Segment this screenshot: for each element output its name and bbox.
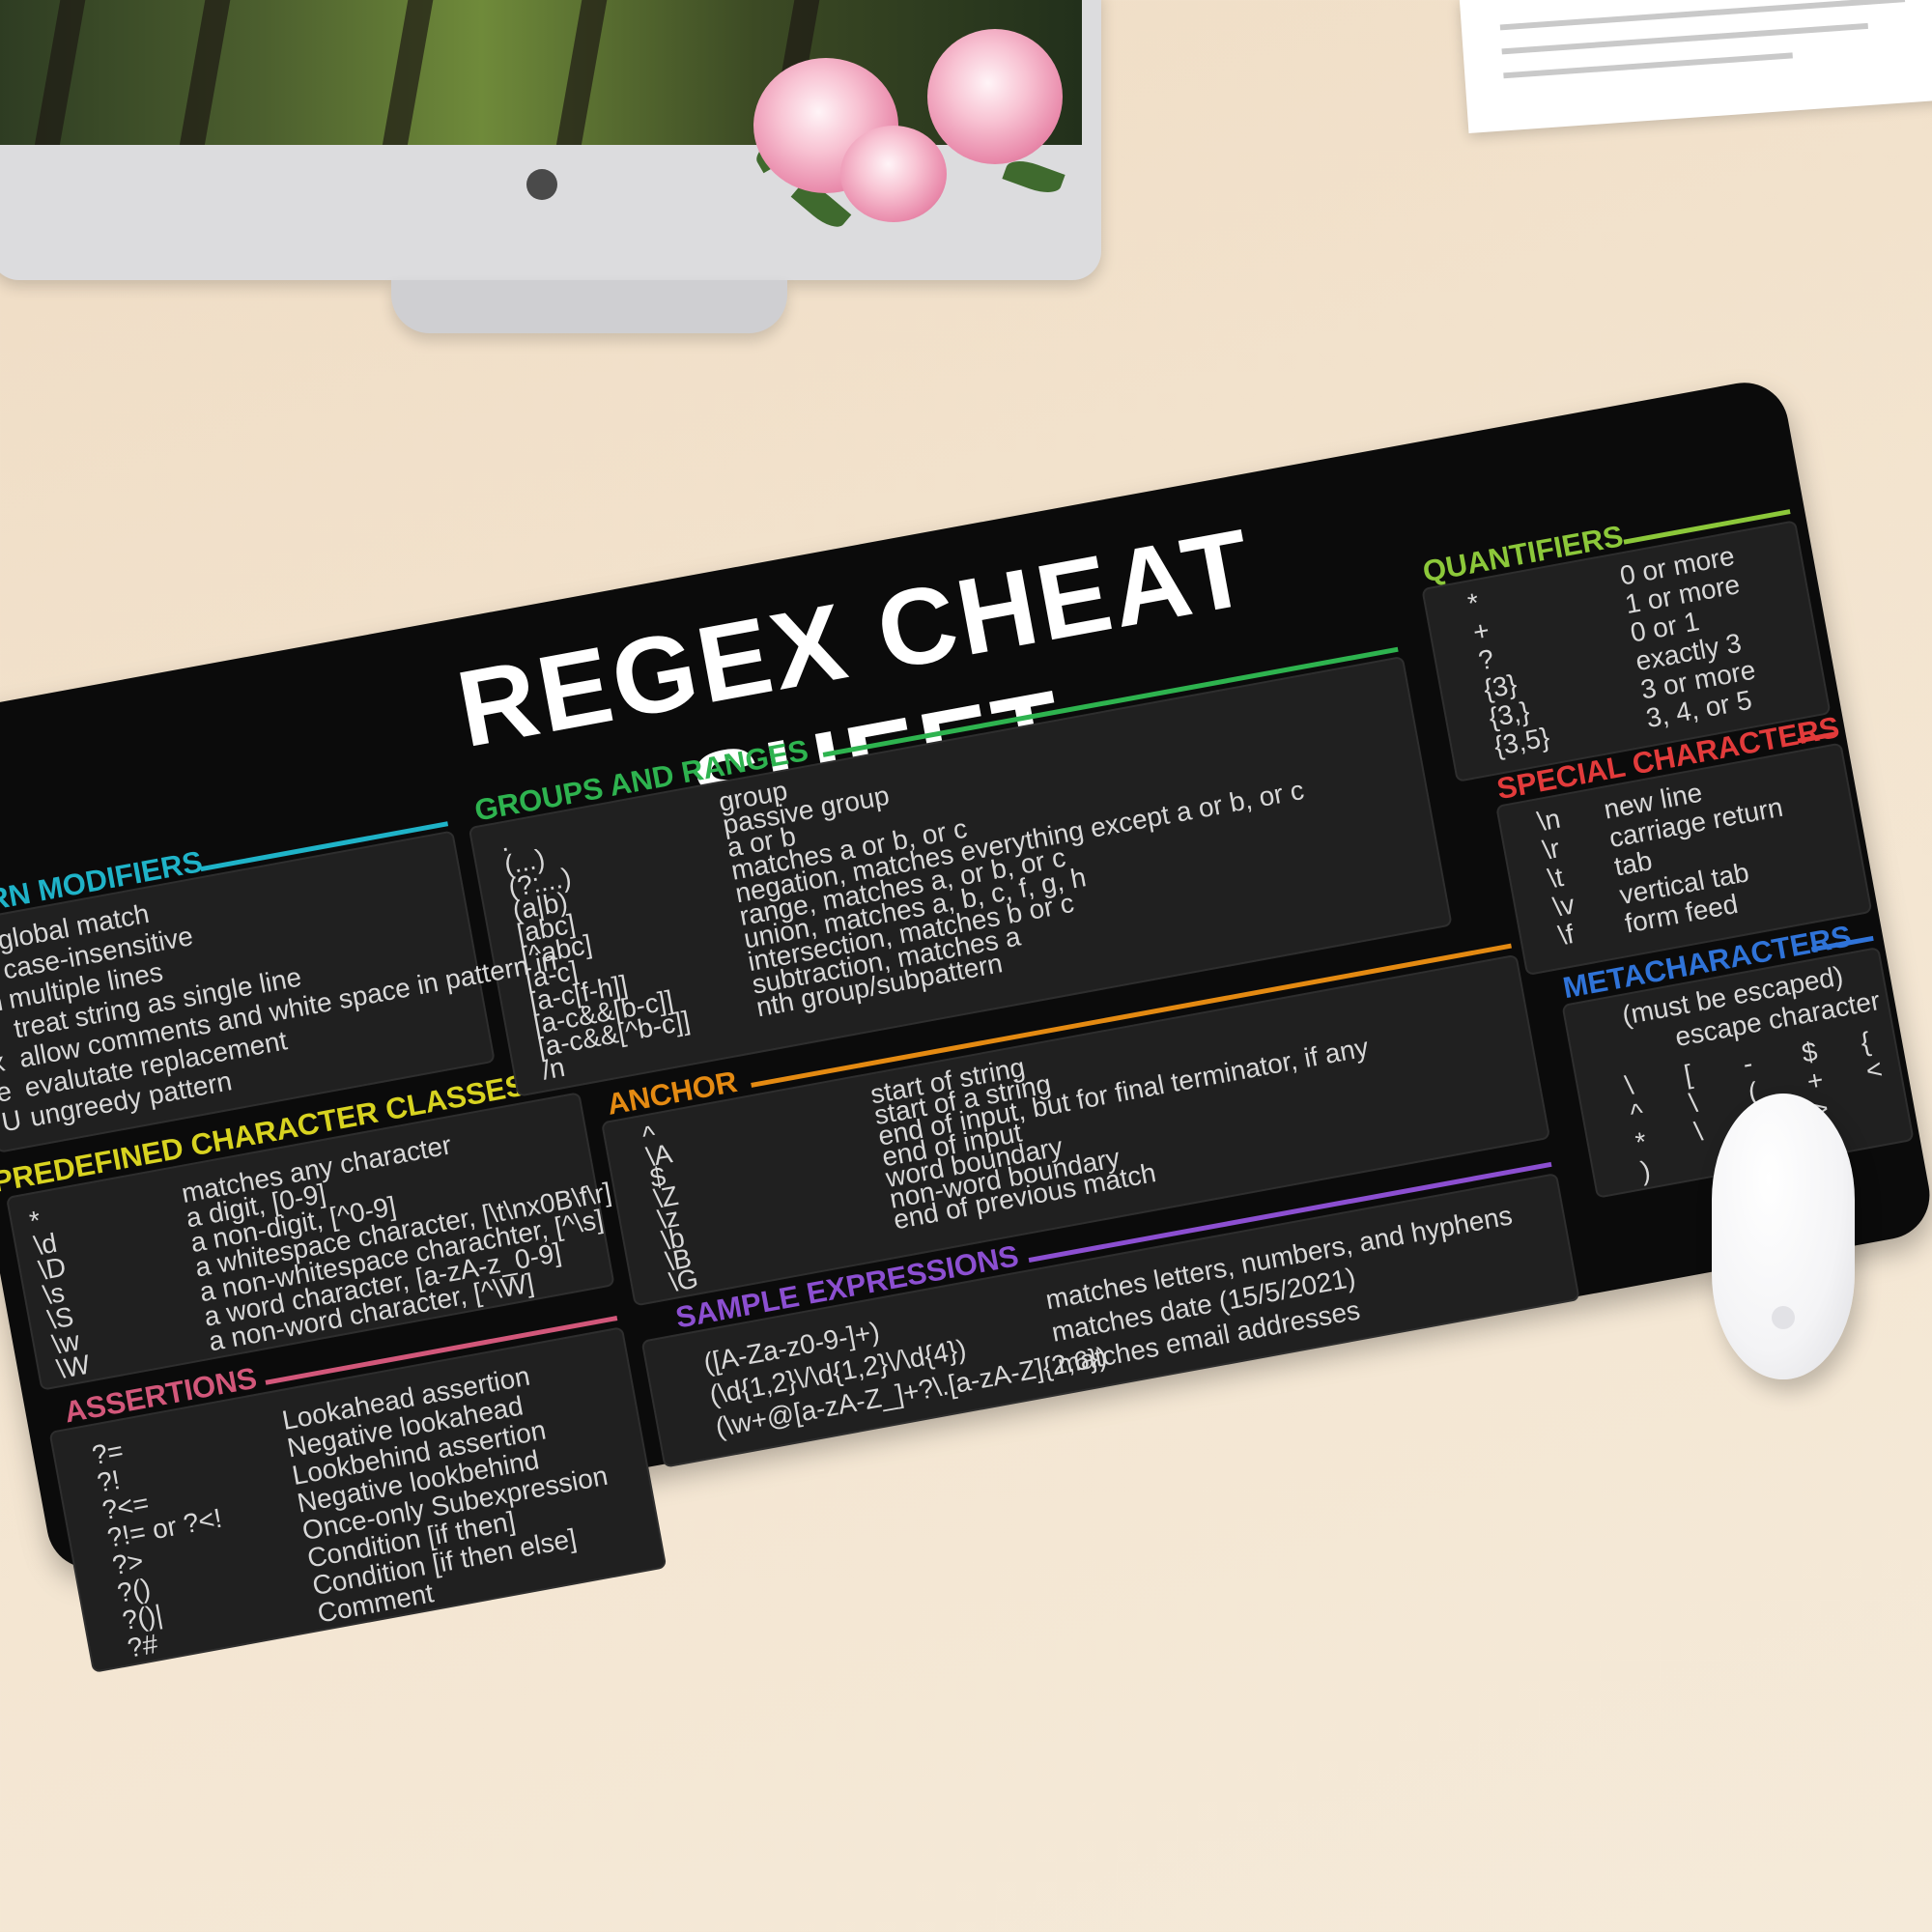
- monitor-stand: [391, 280, 787, 333]
- character-class-symbol: \W: [54, 1349, 93, 1385]
- apple-logo-icon: [526, 169, 557, 200]
- regex-cheat-sheet-mousepad: REGEX CHEAT SHEET PATTERN MODIFIERS PRED…: [0, 375, 1932, 1673]
- anchor-symbol: \G: [667, 1263, 701, 1298]
- flower-decoration: [734, 19, 1082, 251]
- assertion-symbol: ?#: [125, 1628, 160, 1663]
- computer-mouse: [1712, 1094, 1855, 1379]
- paper-sheet: [1459, 0, 1932, 133]
- apple-logo-icon: [1772, 1306, 1795, 1329]
